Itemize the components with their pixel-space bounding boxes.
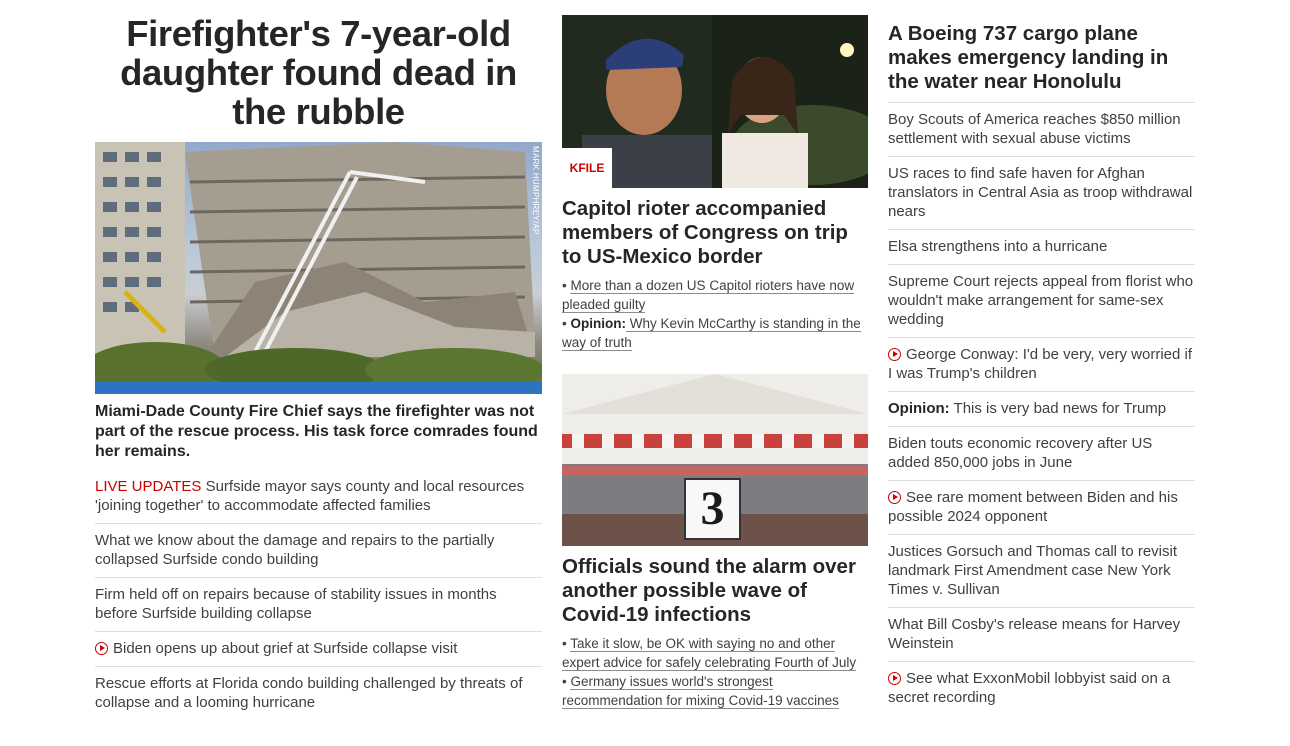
right-column: A Boeing 737 cargo plane makes emergency… <box>888 0 1195 715</box>
link-text: Firm held off on repairs because of stab… <box>95 586 497 622</box>
link-text: This is very bad news for Trump <box>949 400 1167 417</box>
story-card: KFILE Capitol rioter accompanied members… <box>562 15 868 352</box>
lead-headline[interactable]: Firefighter's 7-year-old daughter found … <box>95 14 542 131</box>
bullet-link: Take it slow, be OK with saying no and o… <box>562 636 857 671</box>
story-bullets: • Take it slow, be OK with saying no and… <box>562 634 868 710</box>
list-item[interactable]: What we know about the damage and repair… <box>95 524 542 578</box>
lead-image[interactable]: MARK HUMPHREY/AP <box>95 142 542 394</box>
bullet-link: More than a dozen US Capitol rioters hav… <box>562 278 855 313</box>
list-item[interactable]: US races to find safe haven for Afghan t… <box>888 157 1195 230</box>
bullet-item[interactable]: • Germany issues world's strongest recom… <box>562 672 868 710</box>
link-text: See rare moment between Biden and his po… <box>888 489 1178 525</box>
play-video-icon <box>95 642 108 655</box>
middle-column: KFILE Capitol rioter accompanied members… <box>562 0 868 710</box>
list-item[interactable]: Supreme Court rejects appeal from floris… <box>888 265 1195 338</box>
link-text: Biden opens up about grief at Surfside c… <box>113 640 458 657</box>
list-item[interactable]: Biden opens up about grief at Surfside c… <box>95 632 542 667</box>
tent-sign-number: 3 <box>700 482 725 535</box>
live-updates-label: LIVE UPDATES <box>95 478 202 495</box>
list-item[interactable]: Elsa strengthens into a hurricane <box>888 230 1195 265</box>
play-video-icon <box>888 348 901 361</box>
link-text: See what ExxonMobil lobbyist said on a s… <box>888 670 1171 706</box>
link-text: US races to find safe haven for Afghan t… <box>888 165 1193 220</box>
list-item[interactable]: Boy Scouts of America reaches $850 milli… <box>888 103 1195 157</box>
opinion-label: Opinion: <box>888 400 950 417</box>
link-text: What we know about the damage and repair… <box>95 532 495 568</box>
bullet-item[interactable]: • Take it slow, be OK with saying no and… <box>562 634 868 672</box>
kfile-badge[interactable]: KFILE <box>562 148 612 188</box>
link-text: What Bill Cosby's release means for Harv… <box>888 616 1181 652</box>
side-headline[interactable]: A Boeing 737 cargo plane makes emergency… <box>888 22 1195 94</box>
link-text: Justices Gorsuch and Thomas call to revi… <box>888 543 1178 598</box>
story-title[interactable]: Capitol rioter accompanied members of Co… <box>562 197 868 269</box>
list-item[interactable]: What Bill Cosby's release means for Harv… <box>888 608 1195 662</box>
list-item[interactable]: Rescue efforts at Florida condo building… <box>95 667 542 720</box>
story-card: 3 Officials sound the alarm over another… <box>562 374 868 710</box>
list-item[interactable]: George Conway: I'd be very, very worried… <box>888 338 1195 392</box>
link-text: Elsa strengthens into a hurricane <box>888 238 1108 255</box>
story-bullets: • More than a dozen US Capitol rioters h… <box>562 276 868 352</box>
link-text: Boy Scouts of America reaches $850 milli… <box>888 111 1181 147</box>
lead-caption[interactable]: Miami-Dade County Fire Chief says the fi… <box>95 402 542 462</box>
opinion-label: Opinion: <box>570 316 626 331</box>
list-item[interactable]: See what ExxonMobil lobbyist said on a s… <box>888 662 1195 715</box>
link-text: George Conway: I'd be very, very worried… <box>888 346 1193 382</box>
list-item[interactable]: See rare moment between Biden and his po… <box>888 481 1195 535</box>
list-item[interactable]: Biden touts economic recovery after US a… <box>888 427 1195 481</box>
story-title[interactable]: Officials sound the alarm over another p… <box>562 555 868 627</box>
story-image[interactable]: KFILE <box>562 15 868 188</box>
play-video-icon <box>888 672 901 685</box>
play-video-icon <box>888 491 901 504</box>
list-item[interactable]: Opinion: This is very bad news for Trump <box>888 392 1195 427</box>
list-item[interactable]: Firm held off on repairs because of stab… <box>95 578 542 632</box>
bullet-link: Germany issues world's strongest recomme… <box>562 674 839 709</box>
link-text: Biden touts economic recovery after US a… <box>888 435 1153 471</box>
headline-list: Boy Scouts of America reaches $850 milli… <box>888 102 1195 715</box>
story-image[interactable]: 3 <box>562 374 868 546</box>
bullet-item[interactable]: • More than a dozen US Capitol rioters h… <box>562 276 868 314</box>
left-column: Firefighter's 7-year-old daughter found … <box>95 0 542 720</box>
related-links: LIVE UPDATES Surfside mayor says county … <box>95 470 542 720</box>
link-text: Rescue efforts at Florida condo building… <box>95 675 523 711</box>
image-credit: MARK HUMPHREY/AP <box>531 146 540 235</box>
list-item[interactable]: Justices Gorsuch and Thomas call to revi… <box>888 535 1195 608</box>
bullet-item[interactable]: • Opinion: Why Kevin McCarthy is standin… <box>562 314 868 352</box>
list-item[interactable]: LIVE UPDATES Surfside mayor says county … <box>95 470 542 524</box>
link-text: Supreme Court rejects appeal from floris… <box>888 273 1194 328</box>
